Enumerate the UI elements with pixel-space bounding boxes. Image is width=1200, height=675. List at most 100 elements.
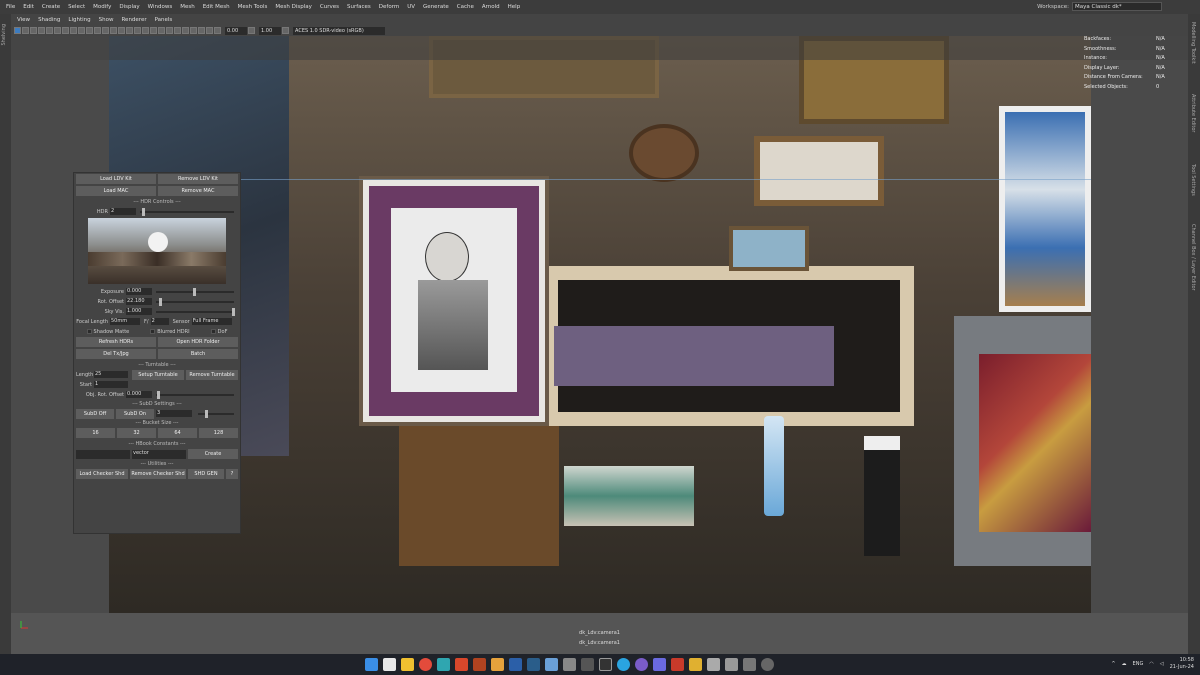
- menu-windows[interactable]: Windows: [144, 4, 177, 10]
- remove-turntable-button[interactable]: Remove Turntable: [186, 369, 238, 380]
- panel-menu-panels[interactable]: Panels: [151, 17, 177, 23]
- chevron-up-icon[interactable]: ^: [1111, 661, 1115, 667]
- fstop-dropdown[interactable]: 2: [150, 318, 169, 325]
- color-management-icon[interactable]: [282, 27, 289, 34]
- search-icon[interactable]: [383, 658, 396, 671]
- exposure-slider[interactable]: [156, 287, 234, 296]
- menu-curves[interactable]: Curves: [316, 4, 343, 10]
- subd-on-button[interactable]: SubD On: [116, 408, 154, 419]
- volume-icon[interactable]: ◁: [1160, 661, 1164, 667]
- dof-checkbox-box[interactable]: [210, 329, 216, 334]
- side-tab-1[interactable]: Attribute Editor: [1190, 94, 1196, 132]
- xray-icon[interactable]: [190, 27, 197, 34]
- help-button[interactable]: ?: [226, 469, 238, 479]
- focal-length-dropdown[interactable]: 50mm: [110, 318, 140, 325]
- workspace-selector[interactable]: Workspace: Maya Classic dk*: [1037, 2, 1162, 11]
- menu-generate[interactable]: Generate: [419, 4, 453, 10]
- app-dark-icon[interactable]: [581, 658, 594, 671]
- sky-vis-slider[interactable]: [156, 307, 235, 316]
- menu-edit-mesh[interactable]: Edit Mesh: [199, 4, 234, 10]
- panel-menu-lighting[interactable]: Lighting: [64, 17, 94, 23]
- xray-joints-icon[interactable]: [198, 27, 205, 34]
- chrome-icon[interactable]: [419, 658, 432, 671]
- wireframe-on-shaded-icon[interactable]: [118, 27, 125, 34]
- backface-icon[interactable]: [206, 27, 213, 34]
- app-red-icon[interactable]: [671, 658, 684, 671]
- shadows-icon[interactable]: [142, 27, 149, 34]
- workspace-dropdown[interactable]: Maya Classic dk*: [1072, 2, 1162, 11]
- load-checker-shd-button[interactable]: Load Checker Shd: [76, 469, 128, 479]
- gamma-field[interactable]: 1.00: [259, 26, 281, 35]
- wifi-icon[interactable]: ◠: [1149, 661, 1153, 667]
- refresh-hdrs-button[interactable]: Refresh HDRs: [76, 337, 156, 347]
- remove-mac-button[interactable]: Remove MAC: [158, 186, 238, 196]
- powerpoint-icon[interactable]: [455, 658, 468, 671]
- hdr-slider[interactable]: [140, 207, 234, 216]
- rot-offset-slider-knob[interactable]: [159, 297, 163, 306]
- menu-select[interactable]: Select: [64, 4, 89, 10]
- gamma-icon[interactable]: [248, 27, 255, 34]
- app-light-icon[interactable]: [707, 658, 720, 671]
- maya-icon[interactable]: [437, 658, 450, 671]
- rot-offset-slider[interactable]: [156, 297, 234, 306]
- lights-icon[interactable]: [134, 27, 141, 34]
- app-gray-icon[interactable]: [563, 658, 576, 671]
- batch-button[interactable]: Batch: [158, 349, 238, 359]
- side-tab-0[interactable]: Modelling Toolkit: [1190, 22, 1196, 64]
- menu-create[interactable]: Create: [38, 4, 64, 10]
- view-transform-dropdown[interactable]: ACES 1.0 SDR-video (sRGB): [293, 26, 385, 35]
- blurred-hdri-checkbox-box[interactable]: [150, 329, 156, 334]
- photoshop-icon[interactable]: [509, 658, 522, 671]
- bucket-32-button[interactable]: 32: [117, 428, 156, 438]
- app-steam-icon[interactable]: [725, 658, 738, 671]
- length-dropdown[interactable]: 25: [94, 371, 128, 378]
- clock[interactable]: 10:58 21-Jun-24: [1170, 657, 1194, 671]
- subd-level-field[interactable]: 3: [156, 410, 192, 417]
- dof-checkbox[interactable]: DoF: [210, 329, 227, 335]
- sky-vis-field[interactable]: 1.000: [126, 308, 152, 315]
- menu-file[interactable]: File: [2, 4, 19, 10]
- hdr-field[interactable]: 2: [110, 208, 136, 215]
- grid-icon[interactable]: [46, 27, 53, 34]
- app-yellow-icon[interactable]: [689, 658, 702, 671]
- subd-off-button[interactable]: SubD Off: [76, 408, 114, 419]
- side-tab-2[interactable]: Tool Settings: [1190, 164, 1196, 196]
- cloud-icon[interactable]: ☁: [1122, 661, 1127, 667]
- smooth-shade-icon[interactable]: [110, 27, 117, 34]
- hbook-name-field[interactable]: [76, 449, 130, 459]
- subd-level-slider-knob[interactable]: [205, 409, 209, 418]
- safe-title-icon[interactable]: [94, 27, 101, 34]
- menu-modify[interactable]: Modify: [89, 4, 115, 10]
- file-explorer-icon[interactable]: [401, 658, 414, 671]
- setup-turntable-button[interactable]: Setup Turntable: [132, 369, 184, 380]
- image-plane-icon[interactable]: [38, 27, 45, 34]
- viber-icon[interactable]: [635, 658, 648, 671]
- bucket-128-button[interactable]: 128: [199, 428, 238, 438]
- hdr-preview-thumbnail[interactable]: [88, 218, 226, 284]
- bucket-16-button[interactable]: 16: [76, 428, 115, 438]
- create-button[interactable]: Create: [188, 449, 238, 459]
- menu-help[interactable]: Help: [504, 4, 525, 10]
- camera-attributes-icon[interactable]: [22, 27, 29, 34]
- shd-gen-button[interactable]: SHD GEN: [188, 469, 224, 479]
- remove-ldv-kit-button[interactable]: Remove LDV Kit: [158, 174, 238, 184]
- menu-mesh[interactable]: Mesh: [176, 4, 198, 10]
- panel-menu-view[interactable]: View: [13, 17, 34, 23]
- field-chart-icon[interactable]: [78, 27, 85, 34]
- menu-cache[interactable]: Cache: [453, 4, 478, 10]
- panel-menu-show[interactable]: Show: [95, 17, 118, 23]
- telegram-icon[interactable]: [617, 658, 630, 671]
- obj-rot-offset-slider[interactable]: [156, 390, 234, 399]
- resolution-gate-icon[interactable]: [62, 27, 69, 34]
- menu-edit[interactable]: Edit: [19, 4, 38, 10]
- app-pt-icon[interactable]: [473, 658, 486, 671]
- gate-mask-icon[interactable]: [70, 27, 77, 34]
- shadow-matte-checkbox[interactable]: Shadow Matte: [86, 329, 129, 335]
- start-icon[interactable]: [365, 658, 378, 671]
- start-dropdown[interactable]: 1: [94, 381, 128, 388]
- wireframe-icon[interactable]: [102, 27, 109, 34]
- app-ds-icon[interactable]: [491, 658, 504, 671]
- panel-menu-renderer[interactable]: Renderer: [117, 17, 150, 23]
- open-hdr-folder-button[interactable]: Open HDR Folder: [158, 337, 238, 347]
- depth-of-field-icon[interactable]: [174, 27, 181, 34]
